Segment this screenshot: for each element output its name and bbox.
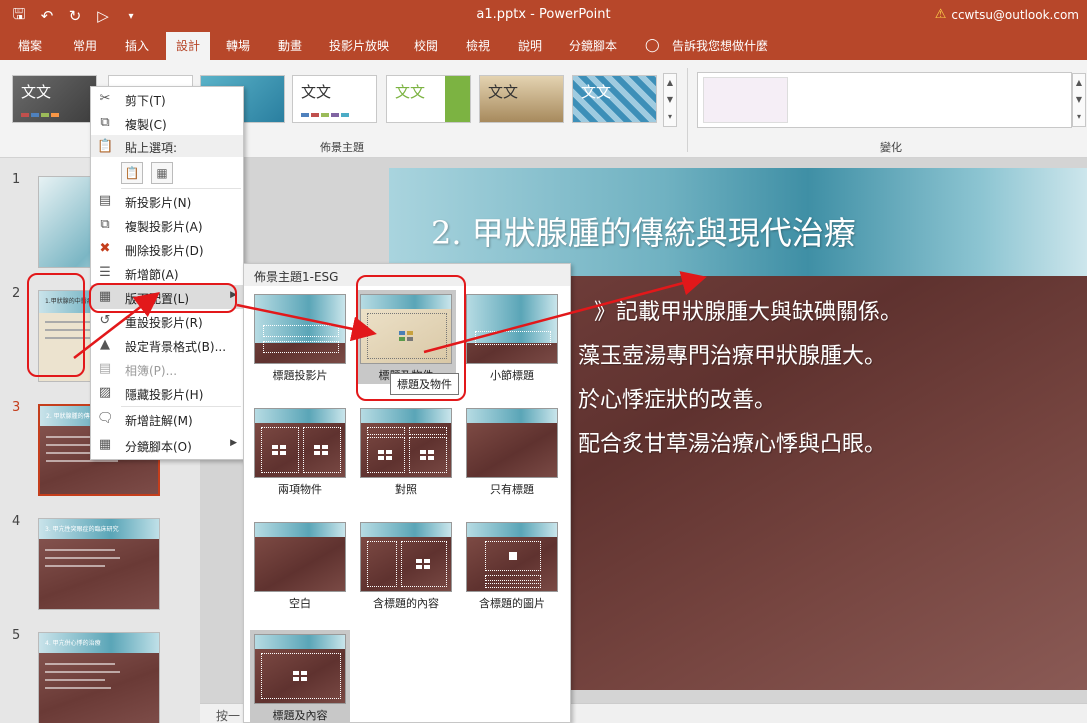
cut-icon: ✂ <box>99 91 111 106</box>
notes-placeholder: 按一 <box>216 709 241 723</box>
annotation-box-layout-tile <box>356 275 466 401</box>
submenu-arrow-icon: ▶ <box>230 438 237 448</box>
theme-tile-plain[interactable]: 文文 <box>292 75 377 123</box>
storyboard-icon: ▦ <box>98 437 112 452</box>
paste-options-row: 📋 ▦ <box>91 159 243 187</box>
layout-tile-section-header[interactable]: 小節標題 <box>462 290 562 384</box>
annotation-box-layout-menu <box>89 283 237 313</box>
menu-item-copy[interactable]: ⧉ 複製(C) <box>91 111 243 135</box>
format-background-icon: ▲ <box>100 337 110 352</box>
menu-item-new-slide[interactable]: ▤ 新投影片(N) <box>91 189 243 213</box>
tab-file[interactable]: 檔案 <box>8 32 52 60</box>
tab-review[interactable]: 校閱 <box>406 32 446 60</box>
duplicate-slide-icon: ⧉ <box>100 217 110 232</box>
paste-as-picture-icon[interactable]: ▦ <box>151 162 173 184</box>
menu-item-duplicate-slide[interactable]: ⧉ 複製投影片(A) <box>91 213 243 237</box>
theme-tile-tan[interactable]: 文文 <box>479 75 564 123</box>
layout-tile-title-only[interactable]: 只有標題 <box>462 404 562 498</box>
layout-tile-content-with-caption[interactable]: 含標題的內容 <box>356 518 456 612</box>
menu-item-add-section[interactable]: ☰ 新增節(A) <box>91 261 243 285</box>
layout-tile-blank[interactable]: 空白 <box>250 518 350 612</box>
theme-tile-current[interactable]: 文文 <box>12 75 97 123</box>
ribbon-separator <box>687 68 688 152</box>
theme-gallery-scroll[interactable]: ▲ ▼ ▾ <box>663 73 677 127</box>
paste-icon: 📋 <box>97 139 114 154</box>
menu-item-format-background[interactable]: ▲ 設定背景格式(B)... <box>91 333 243 357</box>
menu-paste-options-header: 📋 貼上選項: <box>91 135 243 157</box>
delete-slide-icon: ✖ <box>99 241 111 256</box>
menu-item-photo-album: ▤ 相簿(P)... <box>98 361 178 378</box>
title-bar: 🖫 ↶ ↻ ▷ ▾ a1.pptx - PowerPoint ⚠ ccwtsu@… <box>0 0 1087 32</box>
slide-number: 4 <box>12 514 21 529</box>
tab-slideshow[interactable]: 投影片放映 <box>322 32 396 60</box>
slide-thumbnail-5[interactable]: 4. 甲亢併心悸的治療 <box>38 632 160 723</box>
paste-keep-formatting-icon[interactable]: 📋 <box>121 162 143 184</box>
layout-tile-two-content[interactable]: 兩項物件 <box>250 404 350 498</box>
slide-bullet[interactable]: 於心悸症狀的改善。 <box>578 382 776 414</box>
slide-bullet[interactable]: 》記載甲狀腺腫大與缺碘關係。 <box>594 294 902 326</box>
theme-tile-pattern[interactable]: 文文 <box>572 75 657 123</box>
warning-icon: ⚠ <box>934 7 947 22</box>
menu-item-new-comment[interactable]: 🗨 新增註解(M) <box>91 407 243 431</box>
variants-group-label: 變化 <box>880 141 902 154</box>
tab-view[interactable]: 檢視 <box>458 32 498 60</box>
tab-help[interactable]: 說明 <box>510 32 550 60</box>
slide-number: 2 <box>12 286 21 301</box>
theme-tile-green[interactable]: 文文 <box>386 75 471 123</box>
slide-number: 1 <box>12 172 21 187</box>
menu-item-cut[interactable]: ✂ 剪下(T) <box>91 87 243 111</box>
ribbon-tabs: 檔案 常用 插入 設計 轉場 動畫 投影片放映 校閱 檢視 說明 分鏡腳本 ◯ … <box>0 32 1087 60</box>
user-email: ccwtsu@outlook.com <box>951 7 1079 22</box>
variant-gallery-scroll[interactable]: ▲ ▼ ▾ <box>1072 73 1086 127</box>
layout-tile-title-slide[interactable]: 標題投影片 <box>250 290 350 384</box>
variants-gallery <box>697 72 1072 128</box>
slide-bullet[interactable]: 配合炙甘草湯治療心悸與凸眼。 <box>578 426 886 458</box>
reset-slide-icon: ↺ <box>99 313 111 328</box>
themes-group-label: 佈景主題 <box>320 141 364 154</box>
menu-item-storyboard[interactable]: ▦ 分鏡腳本(O) ▶ <box>91 433 243 457</box>
slide-number: 3 <box>12 400 21 415</box>
tab-transitions[interactable]: 轉場 <box>218 32 258 60</box>
new-slide-icon: ▤ <box>98 193 112 208</box>
tab-animations[interactable]: 動畫 <box>268 32 312 60</box>
layout-tile-picture-with-caption[interactable]: 含標題的圖片 <box>462 518 562 612</box>
lightbulb-icon: ◯ <box>645 38 660 53</box>
copy-icon: ⧉ <box>100 115 110 130</box>
layout-tile-comparison[interactable]: 對照 <box>356 404 456 498</box>
tab-design[interactable]: 設計 <box>166 32 210 60</box>
tab-home[interactable]: 常用 <box>62 32 108 60</box>
menu-item-hide-slide[interactable]: ▨ 隱藏投影片(H) <box>91 381 243 405</box>
slide-bullet[interactable]: 藻玉壺湯專門治療甲狀腺腫大。 <box>578 338 886 370</box>
annotation-box-slide-thumb <box>27 273 85 377</box>
add-section-icon: ☰ <box>99 265 111 280</box>
window-title: a1.pptx - PowerPoint <box>476 7 611 22</box>
slide-title[interactable]: 2. 甲狀腺腫的傳統與現代治療 <box>431 208 856 254</box>
tab-insert[interactable]: 插入 <box>114 32 160 60</box>
slide-thumbnail-4[interactable]: 3. 甲亢性突眼症的臨床研究 <box>38 518 160 610</box>
menu-item-delete-slide[interactable]: ✖ 刪除投影片(D) <box>91 237 243 261</box>
tab-storyboard[interactable]: 分鏡腳本 <box>562 32 624 60</box>
hide-slide-icon: ▨ <box>98 385 112 400</box>
tell-me-search[interactable]: 告訴我您想做什麼 <box>664 32 776 60</box>
variant-tile[interactable] <box>703 77 788 123</box>
slide-context-menu: ✂ 剪下(T) ⧉ 複製(C) 📋 貼上選項: 📋 ▦ ▤ 新投影片(N) ⧉ … <box>90 86 244 460</box>
slide-number: 5 <box>12 628 21 643</box>
photo-album-icon: ▤ <box>98 361 112 376</box>
layout-tile-title-and-content[interactable]: 標題及內容 <box>250 630 350 723</box>
account-area[interactable]: ⚠ ccwtsu@outlook.com <box>935 7 1079 22</box>
new-comment-icon: 🗨 <box>97 411 114 426</box>
